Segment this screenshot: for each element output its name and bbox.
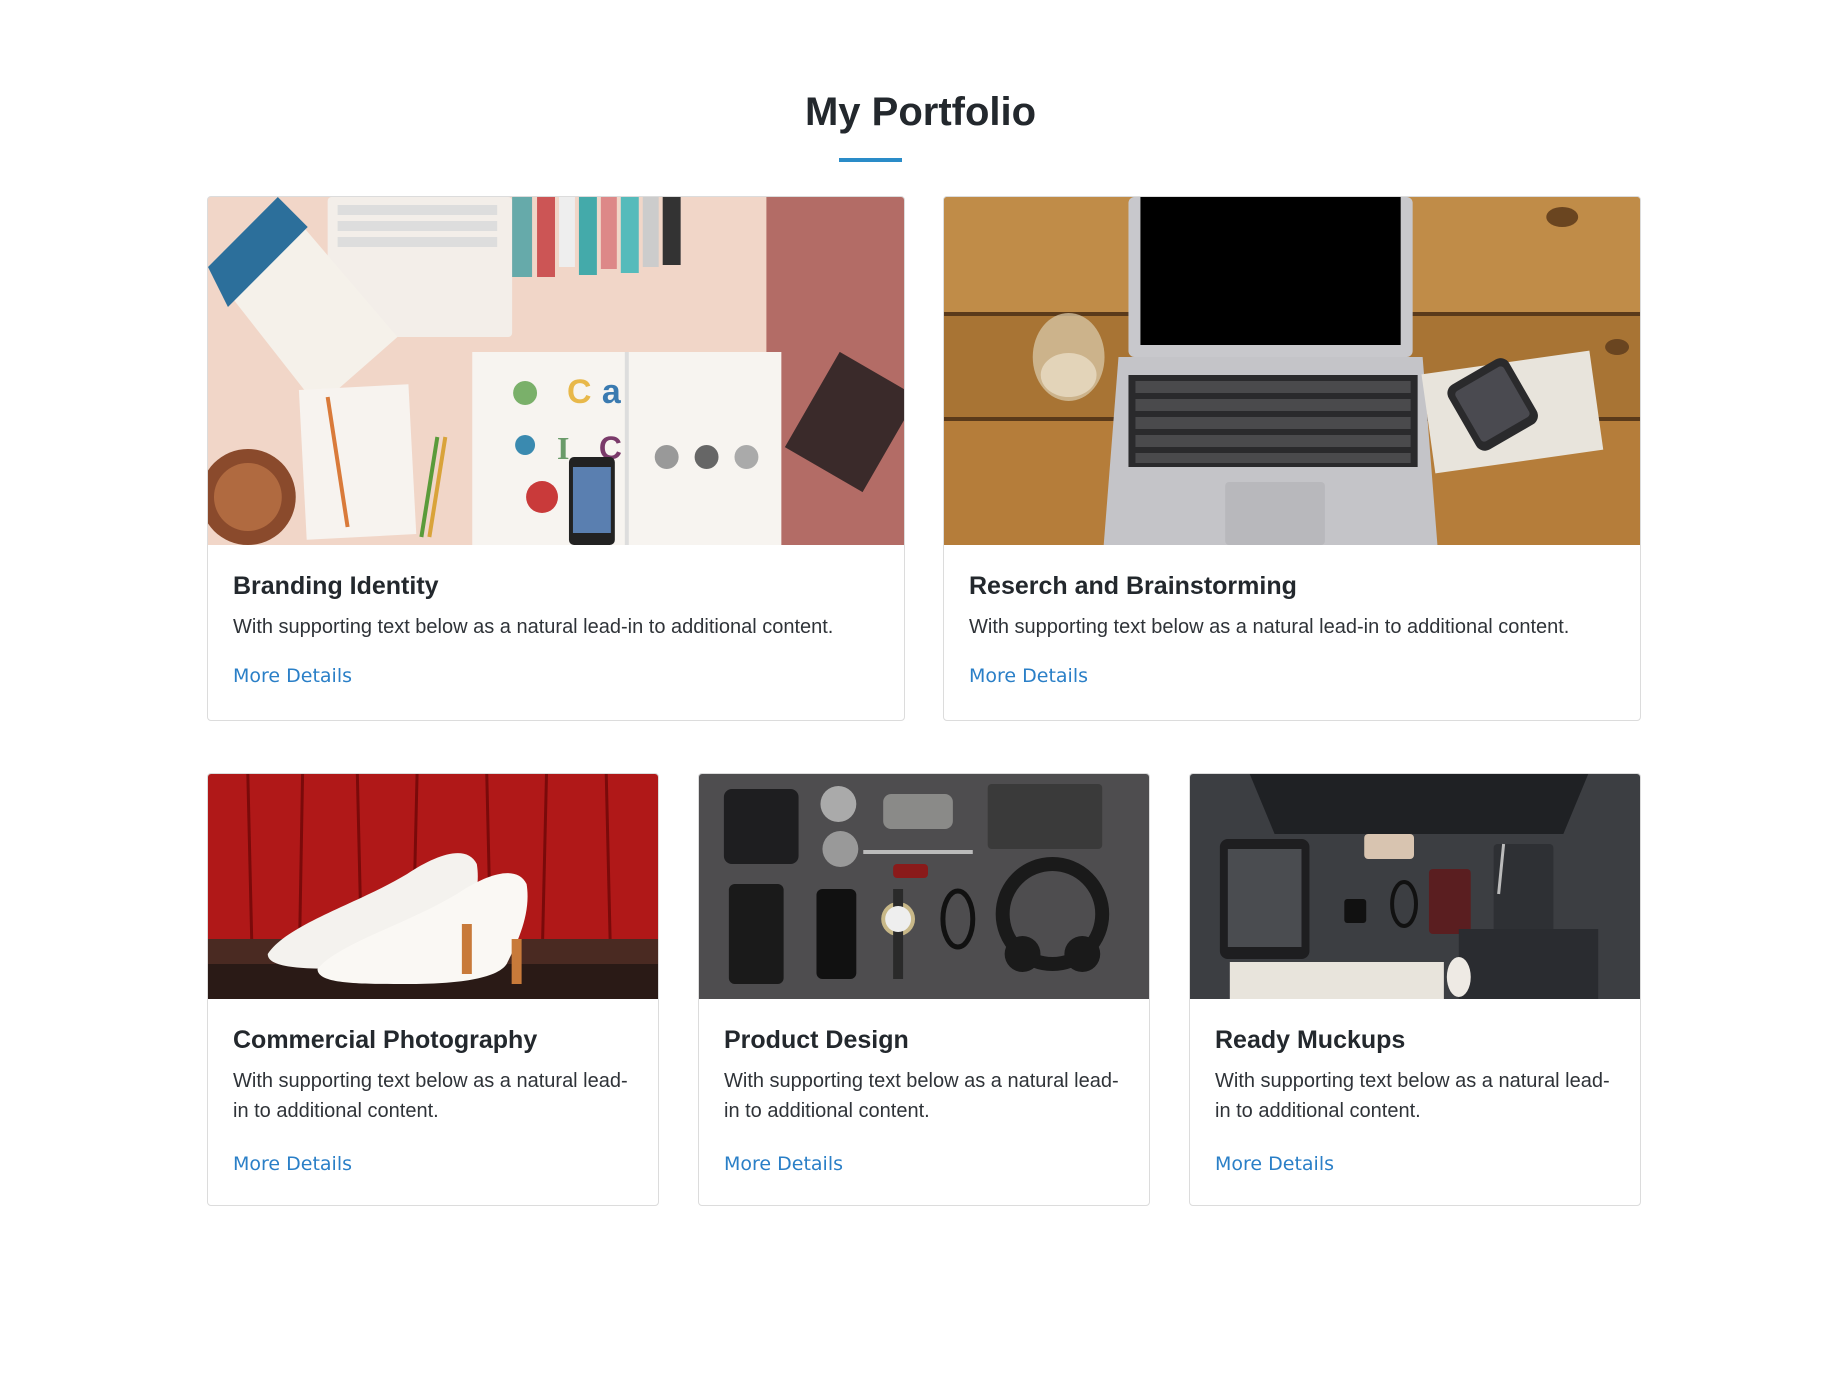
card-text: With supporting text below as a natural … [233, 616, 834, 638]
portfolio-card-mockups: Ready Muckups With supporting text below… [1189, 773, 1641, 1206]
card-title: Ready Muckups [1215, 1026, 1406, 1054]
more-details-link[interactable]: More Details [969, 663, 1088, 689]
more-details-link[interactable]: More Details [233, 663, 352, 689]
card-image-branding: C a I C [208, 197, 904, 545]
svg-text:I: I [557, 431, 569, 466]
portfolio-card-product: Product Design With supporting text belo… [698, 773, 1150, 1206]
card-text: With supporting text below as a natural … [724, 1070, 1119, 1122]
more-details-link[interactable]: More Details [1215, 1151, 1334, 1177]
more-details-link[interactable]: More Details [724, 1151, 843, 1177]
card-image-photography [208, 774, 658, 999]
card-text: With supporting text below as a natural … [1215, 1070, 1610, 1122]
portfolio-page: My Portfolio C a I C Branding Identity W… [0, 0, 1841, 1382]
more-details-link[interactable]: More Details [233, 1151, 352, 1177]
portfolio-card-photography: Commercial Photography With supporting t… [207, 773, 659, 1206]
card-title: Reserch and Brainstorming [969, 572, 1297, 600]
svg-text:C: C [567, 373, 591, 411]
title-underline [839, 158, 902, 162]
card-title: Commercial Photography [233, 1026, 538, 1054]
page-title: My Portfolio [804, 90, 1037, 134]
svg-text:a: a [602, 373, 622, 411]
card-image-product [699, 774, 1149, 999]
card-text: With supporting text below as a natural … [233, 1070, 628, 1122]
card-title: Branding Identity [233, 572, 439, 600]
card-image-research [944, 197, 1640, 545]
portfolio-card-research: Reserch and Brainstorming With supportin… [943, 196, 1641, 721]
portfolio-card-branding: C a I C Branding Identity With supportin… [207, 196, 905, 721]
card-image-mockups [1190, 774, 1640, 999]
card-text: With supporting text below as a natural … [969, 616, 1570, 638]
card-title: Product Design [724, 1026, 909, 1054]
